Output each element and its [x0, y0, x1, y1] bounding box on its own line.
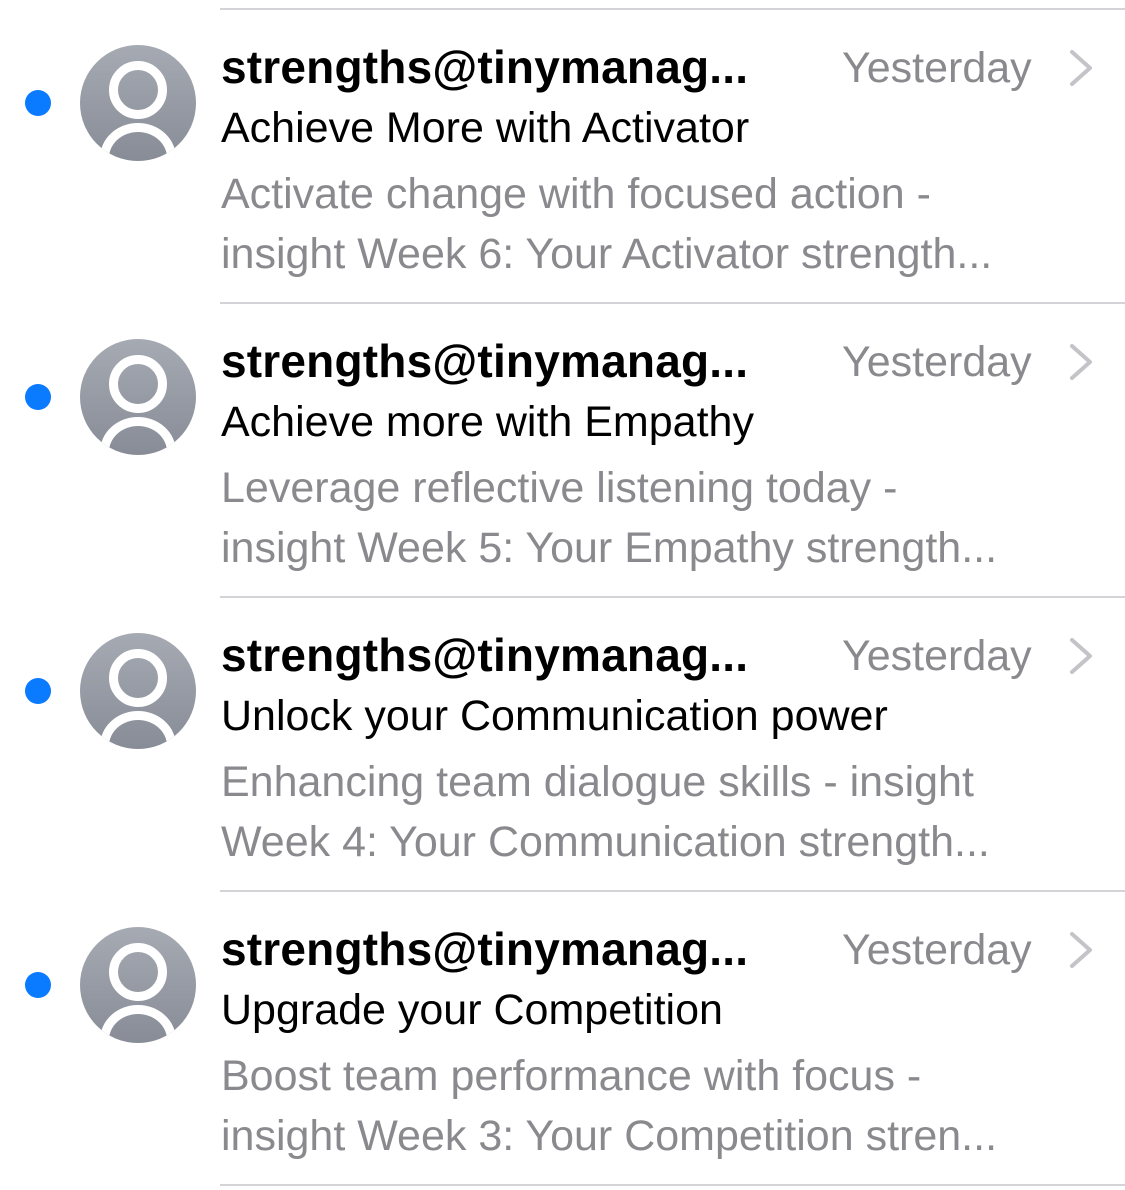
avatar-shoulders-shape — [100, 711, 176, 749]
avatar-head-shape — [109, 355, 167, 413]
avatar-head-shape — [109, 943, 167, 1001]
chevron-right-icon — [1070, 932, 1092, 968]
received-date: Yesterday — [842, 632, 1032, 680]
sender-name: strengths@tinymanag... — [221, 923, 749, 975]
chevron-right-icon — [1070, 638, 1092, 674]
received-date: Yesterday — [842, 44, 1032, 92]
sender-name: strengths@tinymanag... — [221, 335, 749, 387]
avatar-shoulders-shape — [100, 123, 176, 161]
mail-subject: Achieve more with Empathy — [221, 398, 754, 446]
person-placeholder-icon — [80, 633, 196, 749]
avatar-shoulders-shape — [100, 1005, 176, 1043]
received-date: Yesterday — [842, 926, 1032, 974]
mail-preview-line: Leverage reflective listening today - — [221, 464, 898, 512]
mail-preview: Boost team performance with focus - insi… — [221, 1046, 1081, 1166]
mail-preview-line: Boost team performance with focus - — [221, 1052, 922, 1100]
unread-dot-icon — [25, 90, 51, 116]
mail-subject: Unlock your Communication power — [221, 692, 888, 740]
mail-list-item[interactable]: strengths@tinymanag... Yesterday Achieve… — [25, 304, 1125, 598]
mail-preview-line: Enhancing team dialogue skills - insight — [221, 758, 974, 806]
person-placeholder-icon — [80, 45, 196, 161]
mail-subject: Upgrade your Competition — [221, 986, 723, 1034]
mail-preview-line: insight Week 5: Your Empathy strength... — [221, 524, 998, 572]
mail-subject: Achieve More with Activator — [221, 104, 750, 152]
unread-dot-icon — [25, 972, 51, 998]
chevron-right-icon — [1070, 344, 1092, 380]
unread-dot-icon — [25, 678, 51, 704]
sender-name: strengths@tinymanag... — [221, 629, 749, 681]
mail-list-item[interactable]: strengths@tinymanag... Yesterday Unlock … — [25, 598, 1125, 892]
mail-preview-line: insight Week 3: Your Competition stren..… — [221, 1112, 998, 1160]
mail-preview-line: Activate change with focused action - — [221, 170, 931, 218]
person-placeholder-icon — [80, 339, 196, 455]
avatar-shoulders-shape — [100, 417, 176, 455]
mail-list-item[interactable]: strengths@tinymanag... Yesterday Achieve… — [25, 10, 1125, 304]
mail-preview: Activate change with focused action - in… — [221, 164, 1081, 284]
mail-list-item[interactable]: strengths@tinymanag... Yesterday Upgrade… — [25, 892, 1125, 1186]
sender-name: strengths@tinymanag... — [221, 41, 749, 93]
unread-dot-icon — [25, 384, 51, 410]
mail-preview: Enhancing team dialogue skills - insight… — [221, 752, 1081, 872]
received-date: Yesterday — [842, 338, 1032, 386]
mail-preview-line: Week 4: Your Communication strength... — [221, 818, 990, 866]
mail-preview-line: insight Week 6: Your Activator strength.… — [221, 230, 993, 278]
avatar-head-shape — [109, 61, 167, 119]
mail-preview: Leverage reflective listening today - in… — [221, 458, 1081, 578]
mail-list: strengths@tinymanag... Yesterday Achieve… — [0, 10, 1125, 1186]
person-placeholder-icon — [80, 927, 196, 1043]
chevron-right-icon — [1070, 50, 1092, 86]
avatar-head-shape — [109, 649, 167, 707]
